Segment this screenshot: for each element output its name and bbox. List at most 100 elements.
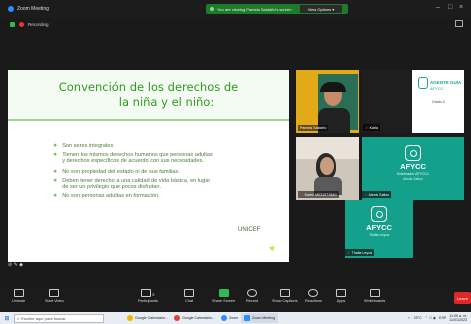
afycc-brand: AFYCC xyxy=(400,162,426,171)
participants-icon xyxy=(141,289,152,297)
tray-icons[interactable]: ⌃ ☐ ◉ xyxy=(425,316,436,320)
video-tile-afycc-entrenador[interactable]: AFYCC Entrenador AFYCC1 Alexis Saltzo ⚠A… xyxy=(362,137,464,200)
video-tile-karen[interactable]: ⚠Karen M0310715A0 xyxy=(296,137,359,200)
afycc-role: Entrenador AFYCC1 xyxy=(397,172,429,176)
captions-icon xyxy=(279,289,290,297)
minimize-icon[interactable]: – xyxy=(436,4,440,11)
agente-sub: Grado C xyxy=(432,100,446,104)
annotation-tools-icon[interactable]: ⊘ ✎ ◆ xyxy=(8,262,38,268)
taskbar-app-zoom-meeting[interactable]: Zoom Meeting xyxy=(241,313,279,323)
recording-label: Recording xyxy=(28,21,49,27)
video-tile-agente-guia[interactable]: AGENTE GUÍA AFYCC Grado C xyxy=(412,70,464,133)
window-title: Zoom Meeting xyxy=(17,6,49,12)
taskbar-app-chrome[interactable]: Google Calendario... xyxy=(124,313,171,323)
camera-icon xyxy=(49,289,60,297)
chrome-icon xyxy=(127,315,133,321)
maximize-icon[interactable]: □ xyxy=(448,4,452,11)
list-item: ✸ Son seres integrales. xyxy=(53,143,115,149)
security-shield-icon[interactable] xyxy=(10,21,15,27)
taskbar-app-zoom[interactable]: Zoom xyxy=(218,313,241,323)
apps-button[interactable]: Apps xyxy=(336,289,346,303)
record-icon xyxy=(247,289,258,297)
unmute-button[interactable]: Unmute xyxy=(12,289,25,303)
participants-count: 5 xyxy=(152,291,155,297)
afycc-person: Alexis Saltzo xyxy=(402,177,424,181)
chat-icon xyxy=(184,289,194,297)
video-tile-pamela[interactable]: Pamela Saldaño xyxy=(296,70,359,133)
list-item: ✸ No son personas adultas en formación. xyxy=(53,193,160,200)
search-icon: ⌕ xyxy=(17,315,20,321)
show-captions-button[interactable]: Show Captions xyxy=(272,289,298,303)
start-video-button[interactable]: Start Video xyxy=(45,289,64,303)
afycc-logo-icon xyxy=(405,145,421,161)
afycc-logo-icon xyxy=(418,77,428,89)
system-tray: ☀ 25°C ⌃ ☐ ◉ ESP 11:09 a. m. 11/01/2023 xyxy=(407,314,471,322)
chrome-icon xyxy=(173,315,180,321)
video-tile-thalia[interactable]: AFYCC Thalia Leyva ⚠Thalia Leyva xyxy=(345,200,413,258)
taskbar-app-chrome-2[interactable]: Google Calendario... xyxy=(171,313,218,323)
view-options-label: View Options xyxy=(307,6,332,12)
agente-title: AGENTE GUÍA xyxy=(430,80,462,85)
weather-icon: ☀ xyxy=(407,316,411,320)
participant-name-tag: ⚠Thalia Leyva xyxy=(345,249,374,256)
participant-name-tag: ⚠Alexis Saltzo xyxy=(362,191,392,198)
slide-title: Convención de los derechos de la niña y … xyxy=(8,70,289,119)
apps-icon xyxy=(336,289,346,297)
clock-date: 11/01/2023 xyxy=(449,318,467,322)
zoom-icon xyxy=(220,315,227,321)
slide-source: UNICEF xyxy=(238,227,261,233)
mic-muted-icon: ⚠ xyxy=(364,192,368,197)
slide-bullet-list: ✸ Son seres integrales. ✸ Tienen los mismo… xyxy=(53,143,283,202)
participant-name-tag: Pamela Saldaño xyxy=(298,125,329,131)
chat-button[interactable]: Chat xyxy=(184,289,194,303)
list-item: ✸de ser un privilegio que pocos disfruta… xyxy=(62,184,162,191)
list-item: ✸ Tienen los mismos derechos humanos que … xyxy=(53,151,213,158)
participant-name-tag: ⚠Karen M0310715A0 xyxy=(298,191,339,198)
participants-button[interactable]: 5 Participants xyxy=(138,289,158,303)
slide-title-line2: la niña y el niño: xyxy=(118,94,215,109)
participant-face xyxy=(320,157,334,175)
slide-title-line1: Convención de los derechos de xyxy=(58,79,239,94)
whiteboards-button[interactable]: Whiteboards xyxy=(364,289,385,303)
zoom-icon xyxy=(244,315,251,321)
mic-muted-icon: ⚠ xyxy=(365,125,369,130)
share-screen-button[interactable]: Share Screen xyxy=(212,289,235,303)
microphone-icon xyxy=(13,289,24,297)
share-indicator-icon xyxy=(210,7,214,11)
video-tile-karla[interactable]: ⚠Karla xyxy=(362,70,412,133)
thalia-sub: Thalia Leyva xyxy=(369,233,389,237)
meeting-status-bar: Recording xyxy=(0,18,471,30)
afycc-logo-icon xyxy=(371,206,387,222)
agente-brand: AFYCC xyxy=(430,86,444,91)
whiteboard-icon xyxy=(369,289,380,297)
language-indicator[interactable]: ESP xyxy=(439,316,446,320)
star-decoration-icon: ✶ xyxy=(268,244,277,255)
close-icon[interactable]: × xyxy=(459,4,463,11)
list-item: ✸ Deben tener derecho a una calidad de vi… xyxy=(53,177,211,184)
meeting-toolbar: Unmute Start Video 5 Participants Chat Sh… xyxy=(0,286,471,312)
record-button[interactable]: Record xyxy=(246,289,258,303)
zoom-logo-icon xyxy=(8,6,14,12)
weather-temp: 25°C xyxy=(413,316,422,320)
view-options-button[interactable]: View Options ▾ xyxy=(300,5,342,13)
list-item: ✸ No son propiedad del estado ni de sus f… xyxy=(53,168,180,175)
mic-muted-icon: ⚠ xyxy=(347,250,351,255)
thalia-brand: AFYCC xyxy=(366,223,392,232)
reactions-icon xyxy=(308,289,319,297)
windows-taskbar: ⊞ ⌕ Escribe aquí para buscar Google Cale… xyxy=(0,312,471,324)
gallery-view-icon[interactable] xyxy=(455,20,463,27)
share-banner-text: You are viewing Pamela Saldaño's screen xyxy=(217,6,292,12)
leave-button[interactable]: Leave xyxy=(454,292,471,304)
participant-name-tag: ⚠Karla xyxy=(363,124,380,131)
app-title: Zoom Meeting xyxy=(8,6,49,12)
windows-start-icon[interactable]: ⊞ xyxy=(0,315,14,322)
mic-muted-icon: ⚠ xyxy=(300,192,304,197)
clock[interactable]: 11:09 a. m. 11/01/2023 xyxy=(449,314,467,322)
list-item: ✸y derechos específicos de acuerdo con s… xyxy=(62,158,204,165)
recording-icon xyxy=(19,21,24,27)
search-placeholder: Escribe aquí para buscar xyxy=(21,315,66,321)
taskbar-search-input[interactable]: ⌕ Escribe aquí para buscar xyxy=(14,313,104,323)
reactions-button[interactable]: Reactions xyxy=(305,289,322,303)
slide-divider xyxy=(8,119,289,121)
share-screen-icon xyxy=(218,289,229,297)
